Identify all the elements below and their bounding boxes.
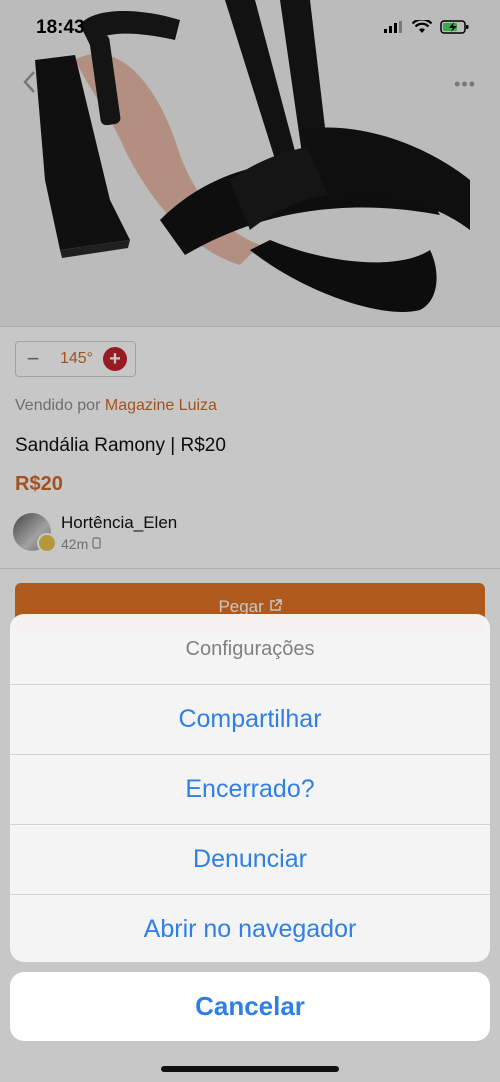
action-sheet-title: Configurações [10,614,490,685]
report-action[interactable]: Denunciar [10,825,490,895]
action-sheet: Configurações Compartilhar Encerrado? De… [10,614,490,962]
deal-page: 18:43 ••• − 145° + Vendido por Magazine … [0,0,500,1082]
mark-expired-action[interactable]: Encerrado? [10,755,490,825]
open-in-browser-action[interactable]: Abrir no navegador [10,895,490,962]
home-indicator[interactable] [161,1066,339,1072]
share-action[interactable]: Compartilhar [10,685,490,755]
cancel-button[interactable]: Cancelar [10,972,490,1041]
